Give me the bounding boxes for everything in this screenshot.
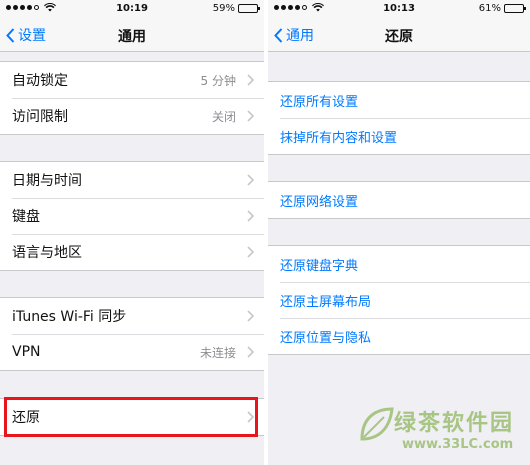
back-button[interactable]: 通用: [274, 25, 314, 45]
reset-location-privacy-button[interactable]: 还原位置与隐私: [268, 318, 530, 354]
row-vpn[interactable]: VPN 未连接: [0, 334, 264, 370]
battery-percent: 59%: [212, 3, 235, 14]
reset-keyboard-dictionary-button[interactable]: 还原键盘字典: [268, 246, 530, 282]
status-bar: 10:19 59%: [0, 0, 264, 18]
reset-group-all: 还原所有设置 抹掉所有内容和设置: [268, 81, 530, 155]
row-label: 自动锁定: [12, 73, 68, 89]
settings-group-locale: 日期与时间 键盘 语言与地区: [0, 161, 264, 271]
row-label: 键盘: [12, 209, 40, 225]
reset-home-screen-layout-button[interactable]: 还原主屏幕布局: [268, 282, 530, 318]
navigation-bar: 通用 还原: [268, 18, 530, 52]
reset-group-misc: 还原键盘字典 还原主屏幕布局 还原位置与隐私: [268, 245, 530, 355]
reset-network-settings-button[interactable]: 还原网络设置: [268, 182, 530, 218]
battery-percent: 61%: [478, 3, 501, 14]
row-label: VPN: [12, 344, 41, 360]
battery-icon: [504, 4, 526, 13]
chevron-right-icon: [247, 346, 254, 358]
row-value: 5 分钟: [200, 73, 236, 88]
row-label: 还原键盘字典: [280, 258, 359, 274]
status-bar: 10:13 61%: [268, 0, 530, 18]
row-label: iTunes Wi-Fi 同步: [12, 309, 127, 325]
row-label: 还原所有设置: [280, 94, 359, 110]
back-button-label: 设置: [18, 28, 46, 44]
row-value: 未连接: [199, 345, 236, 360]
row-itunes-wifi-sync[interactable]: iTunes Wi-Fi 同步: [0, 298, 264, 334]
chevron-left-icon: [274, 27, 283, 43]
reset-all-settings-button[interactable]: 还原所有设置: [268, 82, 530, 118]
highlight-box: [4, 397, 258, 437]
row-label: 还原位置与隐私: [280, 330, 372, 346]
chevron-right-icon: [247, 246, 254, 258]
back-button-label: 通用: [286, 28, 314, 44]
row-keyboard[interactable]: 键盘: [0, 198, 264, 234]
settings-group-network: iTunes Wi-Fi 同步 VPN 未连接: [0, 297, 264, 371]
row-date-time[interactable]: 日期与时间: [0, 162, 264, 198]
chevron-right-icon: [247, 110, 254, 122]
general-settings-screen: 10:19 59% 设置 通用 自动锁定 5 分钟 访问限制 关闭 日期与时间: [0, 0, 264, 465]
row-label: 还原主屏幕布局: [280, 294, 372, 310]
row-label: 还原网络设置: [280, 194, 359, 210]
row-language-region[interactable]: 语言与地区: [0, 234, 264, 270]
row-value: 关闭: [211, 109, 236, 124]
battery-icon: [238, 4, 260, 13]
watermark-url: www.33LC.com: [402, 437, 514, 452]
leaf-logo-icon: [360, 407, 394, 441]
row-label: 日期与时间: [12, 173, 82, 189]
chevron-right-icon: [247, 74, 254, 86]
row-restrictions[interactable]: 访问限制 关闭: [0, 98, 264, 134]
back-button[interactable]: 设置: [6, 25, 46, 45]
chevron-right-icon: [247, 174, 254, 186]
row-label: 访问限制: [12, 109, 68, 125]
navigation-bar: 设置 通用: [0, 18, 264, 52]
chevron-right-icon: [247, 210, 254, 222]
watermark-logo: 绿茶软件园 www.33LC.com: [356, 401, 526, 461]
erase-all-content-button[interactable]: 抹掉所有内容和设置: [268, 118, 530, 154]
reset-screen: 10:13 61% 通用 还原 还原所有设置 抹掉所有内容和设置 还原网络设置 …: [268, 0, 530, 465]
chevron-left-icon: [6, 27, 15, 43]
row-label: 抹掉所有内容和设置: [280, 130, 398, 146]
reset-group-network: 还原网络设置: [268, 181, 530, 219]
settings-group-lock: 自动锁定 5 分钟 访问限制 关闭: [0, 61, 264, 135]
watermark-text: 绿茶软件园: [394, 411, 515, 436]
row-auto-lock[interactable]: 自动锁定 5 分钟: [0, 62, 264, 98]
chevron-right-icon: [247, 310, 254, 322]
row-label: 语言与地区: [12, 245, 82, 261]
